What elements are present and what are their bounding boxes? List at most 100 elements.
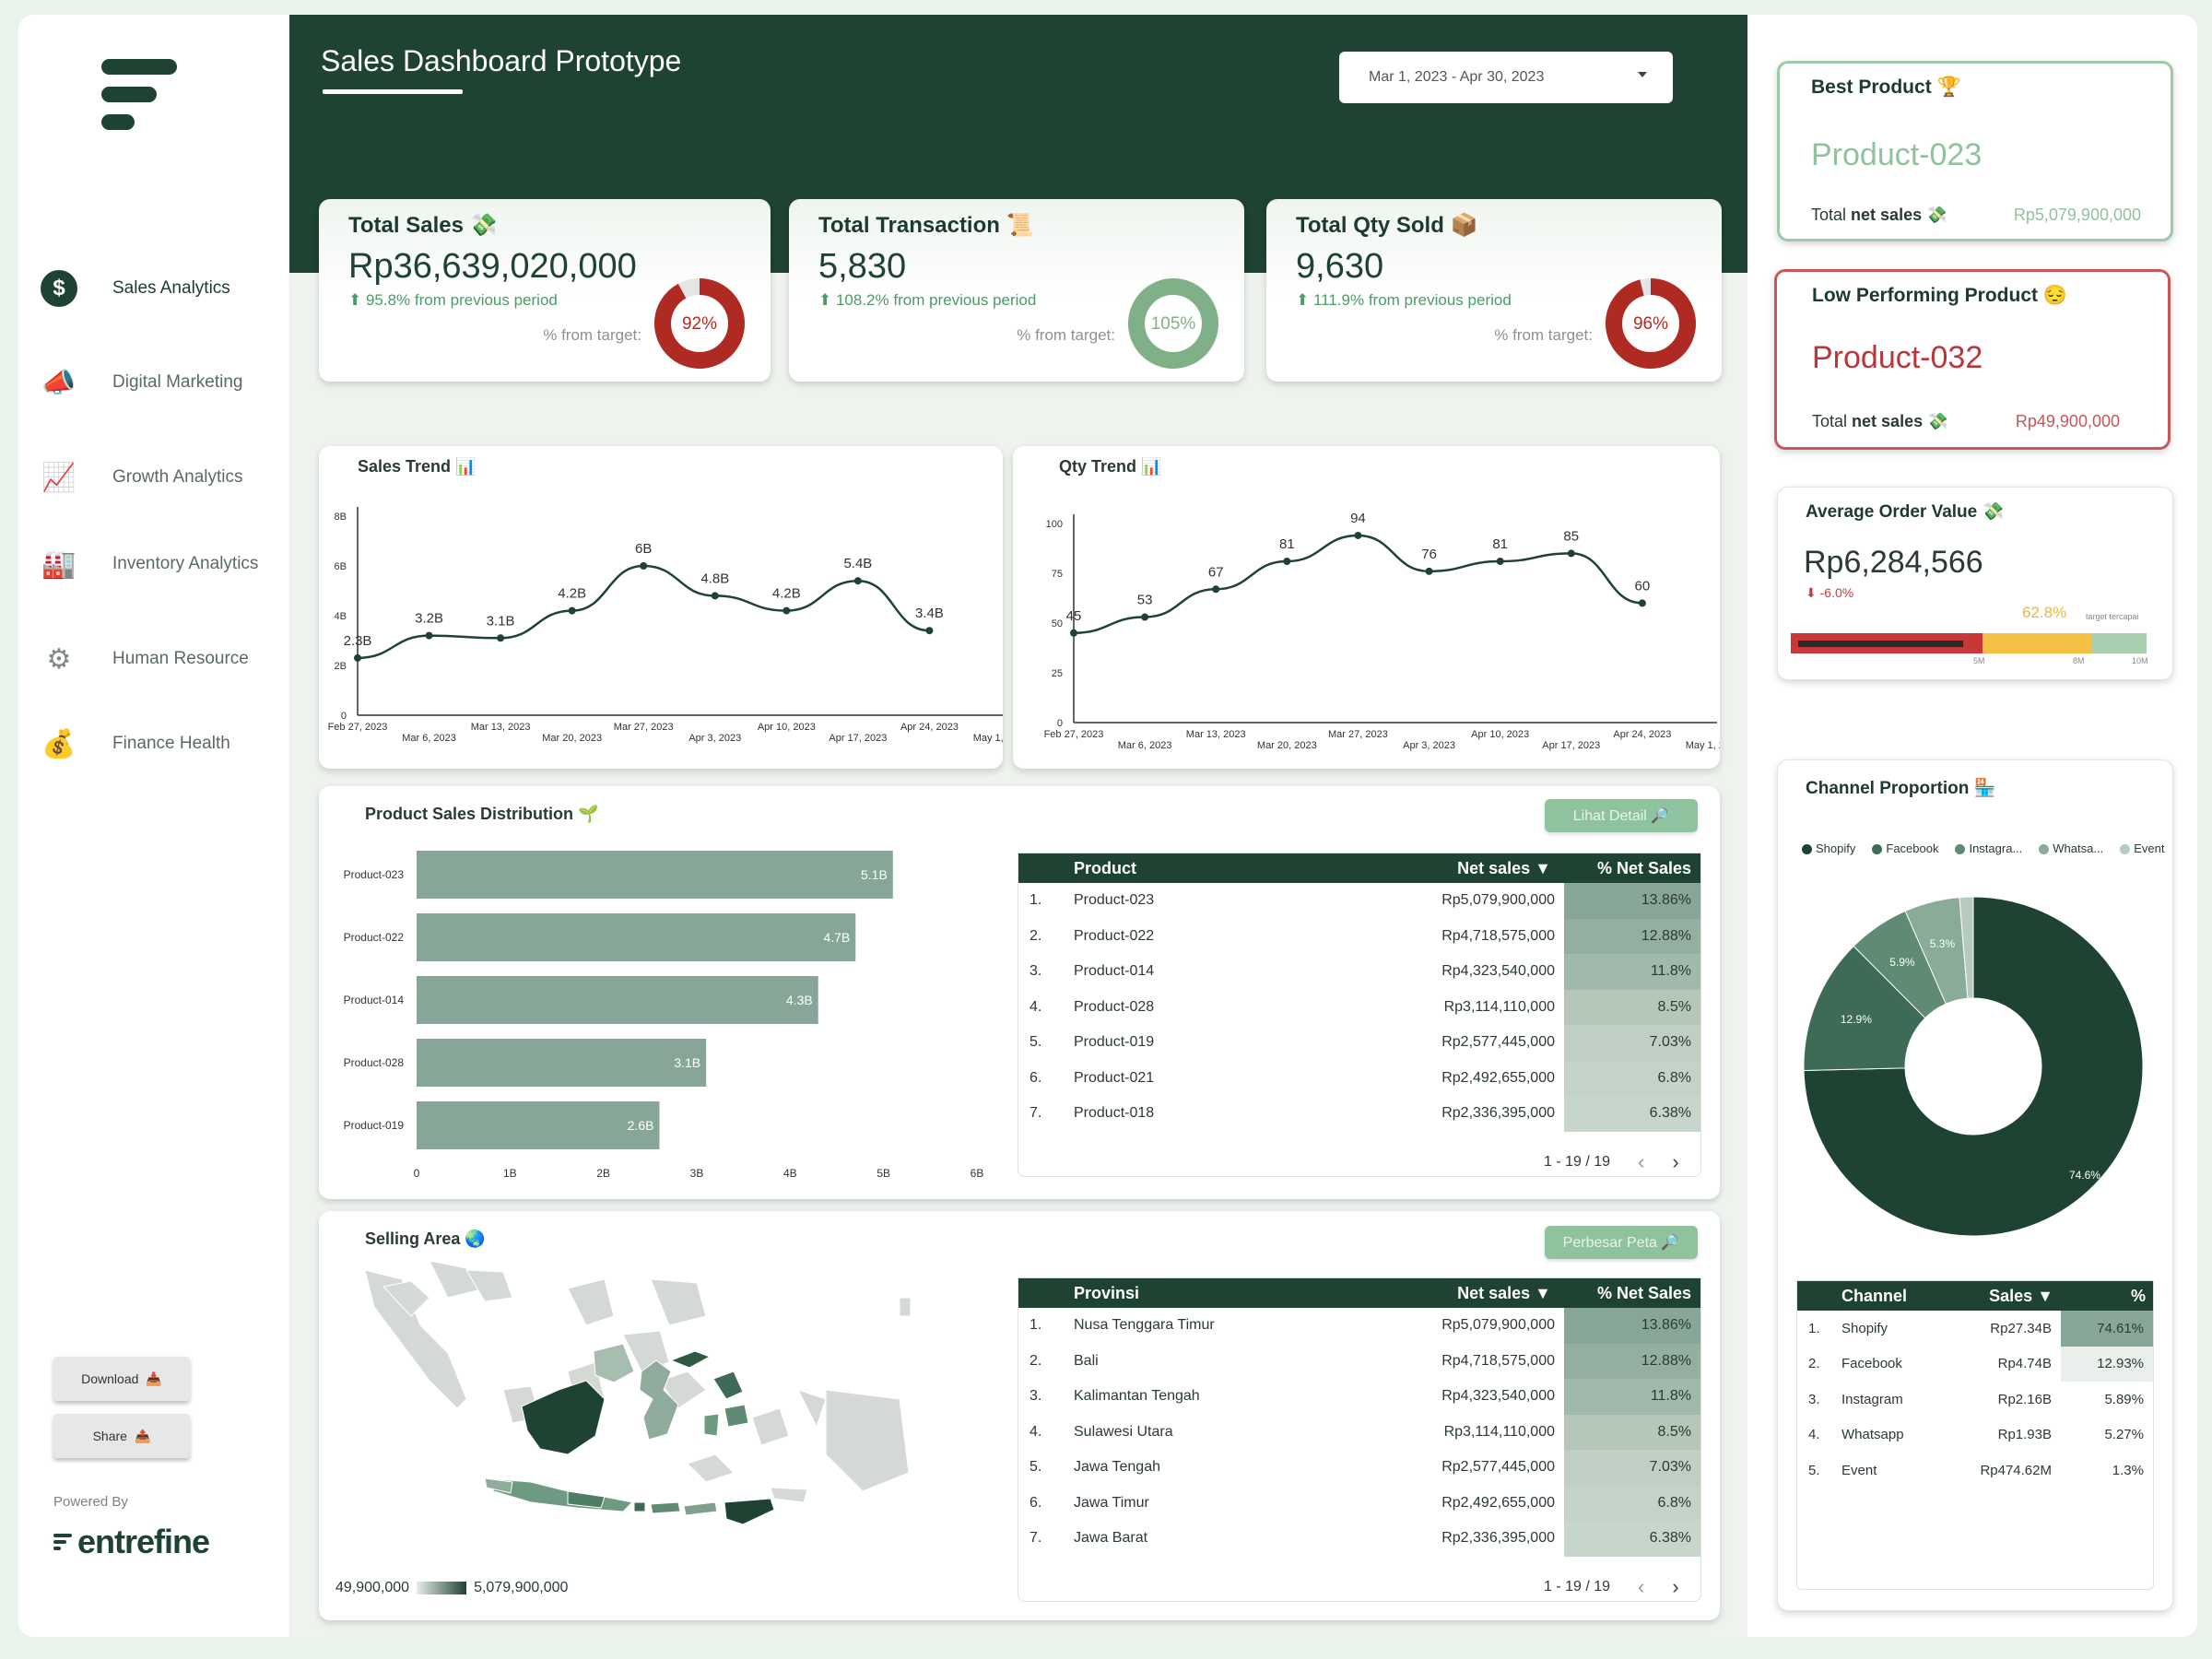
- data-point: [497, 634, 505, 642]
- product-pct-col-header[interactable]: % Net Sales: [1564, 853, 1700, 883]
- row-pct: 6.8%: [1564, 1485, 1700, 1521]
- area-table-row[interactable]: 3. Kalimantan Tengah Rp4,323,540,000 11.…: [1018, 1379, 1700, 1415]
- channel-col-header[interactable]: Channel: [1841, 1281, 1940, 1311]
- data-label: 85: [1563, 528, 1579, 544]
- sidebar-item-digital-marketing[interactable]: 📣 Digital Marketing: [31, 350, 299, 415]
- date-range-picker[interactable]: Mar 1, 2023 - Apr 30, 2023: [1339, 52, 1673, 103]
- legend-swatch-icon: [1802, 844, 1812, 855]
- legend-gradient: [417, 1582, 467, 1594]
- sales-trend-chart: 0 2B 4B 6B 8B Feb 27, 2023 Mar 6, 2023 Mar 13, …: [328, 507, 1003, 744]
- legend-label: Shopify: [1816, 841, 1856, 855]
- legend-min: 49,900,000: [335, 1580, 410, 1595]
- row-name: Product-014: [1074, 963, 1155, 980]
- row-sales: Rp4,718,575,000: [1441, 927, 1555, 944]
- legend-swatch-icon: [2039, 844, 2050, 855]
- chevron-left-icon[interactable]: ‹: [1638, 1575, 1644, 1599]
- gauge-label: 96%: [1633, 314, 1668, 334]
- row-sales: Rp2,336,395,000: [1441, 1105, 1555, 1122]
- data-label: 4.2B: [772, 586, 801, 602]
- chevron-left-icon[interactable]: ‹: [1638, 1150, 1644, 1174]
- province-col-header[interactable]: Provinsi: [1074, 1278, 1336, 1308]
- sidebar-item-sales-analytics[interactable]: $ Sales Analytics: [31, 256, 299, 321]
- low-product-title: Low Performing Product 😔: [1812, 285, 2067, 306]
- legend-item[interactable]: Whatsa...: [2039, 841, 2103, 855]
- category-label: Product-014: [344, 994, 405, 1006]
- row-name: Kalimantan Tengah: [1074, 1388, 1200, 1405]
- area-pct-col-header[interactable]: % Net Sales: [1564, 1278, 1700, 1308]
- data-label: 45: [1066, 608, 1082, 624]
- view-detail-button[interactable]: Lihat Detail 🔎: [1545, 799, 1698, 832]
- kpi-value: Rp36,639,020,000: [348, 247, 637, 286]
- area-netsales-col-header[interactable]: Net sales ▼: [1335, 1278, 1564, 1308]
- area-table-row[interactable]: 4. Sulawesi Utara Rp3,114,110,000 8.5%: [1018, 1414, 1700, 1450]
- channel-table-row[interactable]: 4. Whatsapp Rp1.93B 5.27%: [1797, 1417, 2153, 1453]
- channel-sales-col-header[interactable]: Sales ▼: [1939, 1281, 2061, 1311]
- row-index: 5.: [1030, 1459, 1042, 1476]
- row-pct: 1.3%: [2061, 1453, 2153, 1488]
- product-col-header[interactable]: Product: [1074, 853, 1268, 883]
- legend-label: Whatsa...: [2053, 841, 2104, 855]
- share-button[interactable]: Share 📤: [53, 1414, 190, 1458]
- legend-label: Event: [2134, 841, 2165, 855]
- download-button[interactable]: Download 📥: [53, 1357, 190, 1401]
- indonesia-map[interactable]: [347, 1261, 918, 1602]
- row-sales: Rp27.34B: [1990, 1320, 2052, 1336]
- area-table-row[interactable]: 2. Bali Rp4,718,575,000 12.88%: [1018, 1343, 1700, 1379]
- low-product-name: Product-032: [1812, 340, 1983, 375]
- legend-item[interactable]: Event: [2120, 841, 2164, 855]
- product-table-row[interactable]: 5. Product-019 Rp2,577,445,000 7.03%: [1018, 1025, 1700, 1061]
- kpi-card: Total Sales 💸 Rp36,639,020,000 ⬆ 95.8% f…: [319, 199, 771, 382]
- chevron-right-icon[interactable]: ›: [1672, 1575, 1678, 1599]
- kpi-gauge: 92%: [654, 278, 745, 369]
- best-product-name: Product-023: [1811, 137, 1983, 172]
- selling-area-card: Selling Area 🌏 Perbesar Peta 🔎 49,900,00…: [319, 1211, 1720, 1620]
- product-table-row[interactable]: 2. Product-022 Rp4,718,575,000 12.88%: [1018, 918, 1700, 954]
- data-point: [1354, 531, 1362, 539]
- channel-table-row[interactable]: 2. Facebook Rp4.74B 12.93%: [1797, 1346, 2153, 1382]
- map-legend: 49,900,000 5,079,900,000: [335, 1580, 568, 1596]
- legend-item[interactable]: Facebook: [1872, 841, 1938, 855]
- bar-value-label: 4.7B: [823, 930, 850, 945]
- data-label: 3.2B: [415, 611, 443, 627]
- arrow-down-icon: ⬇: [1806, 585, 1820, 600]
- row-sales: Rp3,114,110,000: [1443, 1423, 1555, 1440]
- x-tick-label: Apr 3, 2023: [688, 733, 741, 744]
- sidebar-item-inventory-analytics[interactable]: 🏭 Inventory Analytics: [31, 532, 299, 596]
- channel-table-row[interactable]: 5. Event Rp474.62M 1.3%: [1797, 1453, 2153, 1488]
- gauge-label: 105%: [1151, 314, 1196, 334]
- best-product-label: Total net sales 💸: [1811, 206, 1947, 225]
- area-table-row[interactable]: 6. Jawa Timur Rp2,492,655,000 6.8%: [1018, 1485, 1700, 1521]
- product-netsales-col-header[interactable]: Net sales ▼: [1267, 853, 1564, 883]
- channel-pct-col-header[interactable]: %: [2061, 1281, 2153, 1311]
- legend-item[interactable]: Shopify: [1802, 841, 1855, 855]
- product-table-row[interactable]: 4. Product-028 Rp3,114,110,000 8.5%: [1018, 989, 1700, 1025]
- x-tick-label: 0: [414, 1167, 420, 1180]
- channel-table-row[interactable]: 1. Shopify Rp27.34B 74.61%: [1797, 1311, 2153, 1347]
- channel-table-row[interactable]: 3. Instagram Rp2.16B 5.89%: [1797, 1382, 2153, 1418]
- area-table-row[interactable]: 7. Jawa Barat Rp2,336,395,000 6.38%: [1018, 1521, 1700, 1557]
- row-pct: 5.89%: [2061, 1382, 2153, 1418]
- data-point: [1567, 549, 1575, 558]
- product-table-row[interactable]: 7. Product-018 Rp2,336,395,000 6.38%: [1018, 1096, 1700, 1132]
- sidebar-item-label: Inventory Analytics: [112, 554, 259, 573]
- x-tick-label: Apr 3, 2023: [1403, 740, 1455, 751]
- sidebar-item-finance-health[interactable]: 💰 Finance Health: [31, 712, 299, 776]
- sidebar-item-growth-analytics[interactable]: 📈 Growth Analytics: [31, 445, 299, 510]
- area-table-row[interactable]: 5. Jawa Tengah Rp2,577,445,000 7.03%: [1018, 1450, 1700, 1486]
- row-sales: Rp4,718,575,000: [1441, 1352, 1555, 1369]
- y-tick-label: 4B: [335, 611, 347, 622]
- row-name: Product-019: [1074, 1034, 1155, 1051]
- product-table-row[interactable]: 1. Product-023 Rp5,079,900,000 13.86%: [1018, 883, 1700, 919]
- legend-item[interactable]: Instagra...: [1955, 841, 2022, 855]
- product-table-row[interactable]: 3. Product-014 Rp4,323,540,000 11.8%: [1018, 954, 1700, 990]
- y-tick-label: 50: [1052, 618, 1063, 629]
- zoom-map-button[interactable]: Perbesar Peta 🔎: [1545, 1226, 1698, 1259]
- row-pct: 74.61%: [2061, 1311, 2153, 1347]
- row-name: Nusa Tenggara Timur: [1074, 1317, 1215, 1334]
- product-table-row[interactable]: 6. Product-021 Rp2,492,655,000 6.8%: [1018, 1060, 1700, 1096]
- area-table-row[interactable]: 1. Nusa Tenggara Timur Rp5,079,900,000 1…: [1018, 1308, 1700, 1344]
- sidebar-item-human-resource[interactable]: ⚙ Human Resource: [31, 627, 299, 691]
- row-pct: 13.86%: [1564, 1308, 1700, 1344]
- area-table-pager: 1 - 19 / 19 ‹ ›: [1544, 1575, 1679, 1599]
- chevron-right-icon[interactable]: ›: [1672, 1150, 1678, 1174]
